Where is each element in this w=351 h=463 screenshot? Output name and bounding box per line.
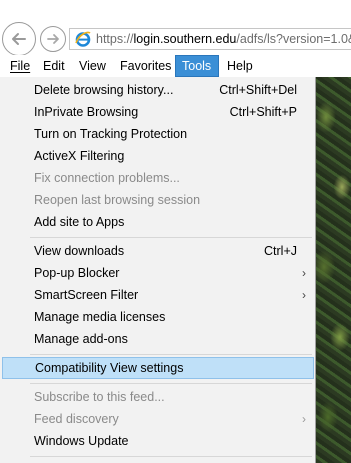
back-arrow-icon [9,29,29,49]
menu-item-label: Manage media licenses [34,310,166,324]
menu-separator [30,456,312,457]
address-bar[interactable]: https://login.southern.edu/adfs/ls?versi… [69,28,351,50]
menu-separator [30,354,312,355]
menu-item-popup-blocker[interactable]: Pop-up Blocker › [2,262,314,284]
menu-item-label: ActiveX Filtering [34,149,125,163]
menu-item-label: Pop-up Blocker [34,266,120,280]
menu-separator [30,237,312,238]
menu-help-label: Help [227,59,253,73]
menu-separator [30,383,312,384]
menu-item-label: Reopen last browsing session [34,193,201,207]
menu-item-manage-add-ons[interactable]: Manage add-ons [2,328,314,350]
menu-tools-label: Tools [182,59,212,73]
menu-item-smartscreen-filter[interactable]: SmartScreen Filter › [2,284,314,306]
menu-item-label: Feed discovery [34,412,119,426]
menu-item-label: SmartScreen Filter [34,288,139,302]
menu-favorites[interactable]: Favorites [114,55,177,77]
menu-edit[interactable]: Edit [37,55,71,77]
menu-item-inprivate-browsing[interactable]: InPrivate Browsing Ctrl+Shift+P [2,101,314,123]
menu-item-shortcut: Ctrl+Shift+Del [219,83,297,97]
menu-edit-label: Edit [43,59,65,73]
menu-view-label: View [79,59,106,73]
menu-item-label: Compatibility View settings [35,361,184,375]
menu-file-label: File [10,59,31,73]
menu-item-activex-filtering[interactable]: ActiveX Filtering [2,145,314,167]
menu-view[interactable]: View [73,55,112,77]
tools-dropdown-menu: Delete browsing history... Ctrl+Shift+De… [0,77,316,463]
menu-item-subscribe-to-feed: Subscribe to this feed... [2,386,314,408]
menu-item-feed-discovery: Feed discovery › [2,408,314,430]
menu-item-label: Manage add-ons [34,332,128,346]
address-toolbar: https://login.southern.edu/adfs/ls?versi… [0,0,351,56]
menu-item-reopen-last-session: Reopen last browsing session [2,189,314,211]
menu-item-add-site-to-apps[interactable]: Add site to Apps [2,211,314,233]
menu-item-label: Subscribe to this feed... [34,390,165,404]
menu-item-manage-media-licenses[interactable]: Manage media licenses [2,306,314,328]
menu-item-label: Turn on Tracking Protection [34,127,188,141]
background-photo [316,77,351,463]
menu-item-label: View downloads [34,244,125,258]
url-path: /adfs/ls?version=1.0& [236,32,351,46]
forward-button[interactable] [40,26,66,52]
forward-arrow-icon [45,31,61,47]
menu-item-windows-update[interactable]: Windows Update [2,430,314,452]
menu-item-label: Add site to Apps [34,215,125,229]
url-host: login.southern.edu [133,32,237,46]
submenu-arrow-icon: › [302,288,306,302]
menu-item-tracking-protection[interactable]: Turn on Tracking Protection [2,123,314,145]
menu-item-view-downloads[interactable]: View downloads Ctrl+J [2,240,314,262]
url-scheme: https:// [96,32,134,46]
menu-item-shortcut: Ctrl+J [264,244,297,258]
menu-item-shortcut: Ctrl+Shift+P [229,105,297,119]
menu-help[interactable]: Help [221,55,259,77]
ie-logo-icon [74,30,92,48]
menu-favorites-label: Favorites [120,59,172,73]
menu-item-label: Windows Update [34,434,129,448]
menu-item-compatibility-view-settings[interactable]: Compatibility View settings [2,357,314,379]
menu-item-label: Delete browsing history... [34,83,174,97]
menu-item-delete-browsing-history[interactable]: Delete browsing history... Ctrl+Shift+De… [2,79,314,101]
back-button[interactable] [2,22,36,56]
menu-file[interactable]: File [4,55,36,77]
menu-item-label: Fix connection problems... [34,171,180,185]
menu-item-fix-connection-problems: Fix connection problems... [2,167,314,189]
menu-bar: File Edit View Favorites Tools Help [0,55,351,77]
menu-tools[interactable]: Tools [175,55,219,77]
menu-item-label: InPrivate Browsing [34,105,139,119]
submenu-arrow-icon: › [302,412,306,426]
url-text: https://login.southern.edu/adfs/ls?versi… [96,32,351,46]
submenu-arrow-icon: › [302,266,306,280]
